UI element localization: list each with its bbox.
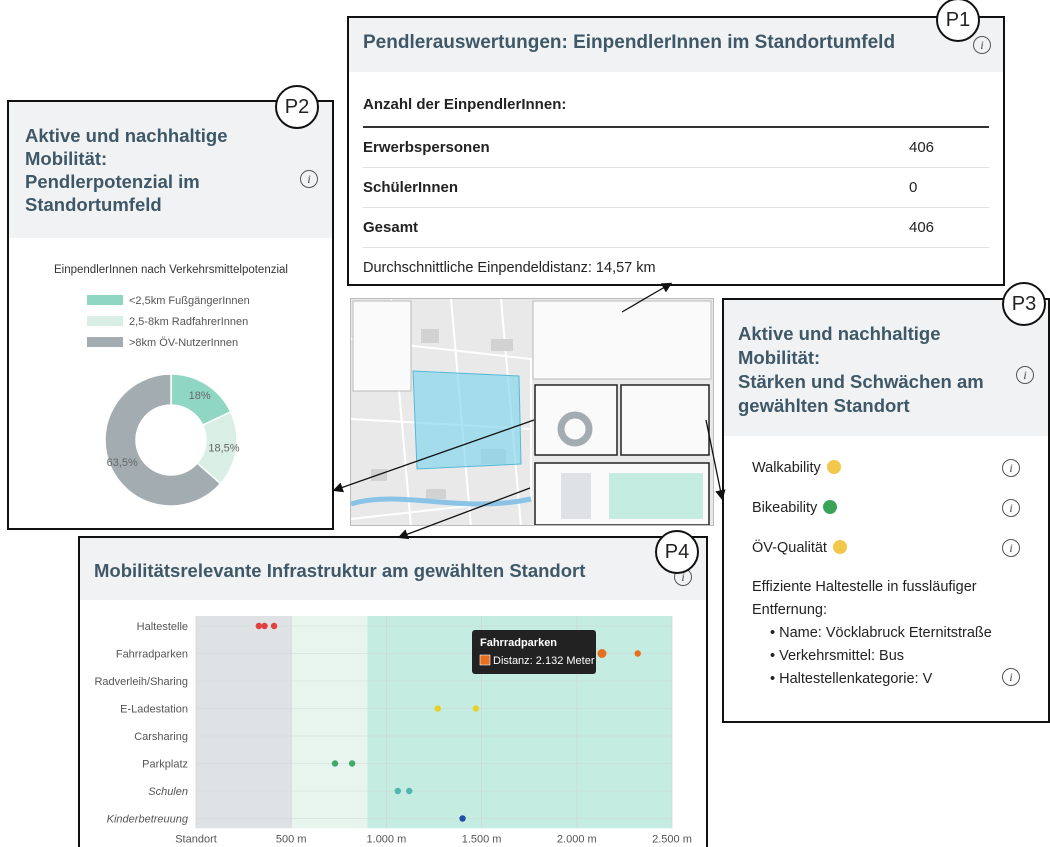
p4-header: Mobilitätsrelevante Infrastruktur am gew… [80,538,706,600]
pie-chart-title: EinpendlerInnen nach Verkehrsmittelpoten… [54,264,288,276]
data-point[interactable] [270,622,278,630]
y-axis-labels: Haltestelle Fahrradparken Radverleih/Shari… [94,621,188,826]
info-icon[interactable]: i [1002,459,1020,477]
y-tick-label: Kinderbetreuung [107,814,189,826]
pie-chart: EinpendlerInnen nach Verkehrsmittelpoten… [54,264,288,507]
p3-title-line: Aktive und nachhaltige [738,323,941,344]
data-point[interactable] [261,622,268,630]
p4-title: Mobilitätsrelevante Infrastruktur am gew… [94,560,586,581]
data-point[interactable] [634,650,641,657]
p2-title-line: Standortumfeld [25,194,162,215]
list-item: • Verkehrsmittel: Bus [770,648,905,664]
data-point[interactable] [394,787,402,795]
public-transport-item: ÖV-Qualität i [724,528,1048,568]
data-point[interactable] [348,760,356,767]
p3-badge: P3 [1002,282,1046,326]
p2-panel: Aktive und nachhaltige Mobilität: Pendle… [7,100,334,530]
info-icon[interactable]: i [1002,539,1020,557]
p2-title-line: Mobilität: [25,148,108,169]
data-point[interactable] [331,760,339,767]
x-axis-labels: Standort 500 m 1.000 m 1.500 m 2.000 m 2.500 … [175,833,692,845]
p4-badge: P4 [655,530,699,574]
distance-band [291,616,368,829]
legend-label: <2,5km FußgängerInnen [129,295,250,307]
infrastructure-chart: Haltestelle Fahrradparken Radverleih/Shari… [94,616,692,845]
info-icon[interactable]: i [1016,366,1034,384]
distance-band [196,616,292,829]
data-point[interactable] [597,649,607,658]
data-point[interactable] [459,815,466,822]
stop-info: Effiziente Haltestelle in fussläufiger E… [724,568,1048,691]
p3-panel: Aktive und nachhaltige Mobilität: Stärke… [722,298,1050,723]
x-tick-label: Standort [175,833,217,845]
x-tick-label: 1.500 m [462,833,502,845]
smiley-face-icon [823,500,838,514]
pie-slices: 18% 18,5% 63,5% [104,373,240,507]
p1-footer: Durchschnittliche Einpendeldistanz: 14,5… [363,260,656,276]
table-row: Gesamt 406 [363,208,989,248]
table-row: Erwerbspersonen 406 [363,128,989,168]
legend-swatch [87,337,123,347]
tooltip-title: Fahrradparken [480,637,557,649]
pie-value-label: 18% [189,390,211,402]
neutral-face-icon [832,540,847,554]
p2-title-line: Pendlerpotenzial im [25,171,200,192]
walkability-item: Walkability i [724,448,1048,488]
p3-title-line: gewählten Standort [738,395,910,416]
pie-value-label: 18,5% [208,443,239,455]
x-tick-label: 2.000 m [557,833,597,845]
pie-value-label: 63,5% [107,457,138,469]
info-icon[interactable]: i [1002,499,1020,517]
tooltip-swatch [479,654,491,666]
y-tick-label: Haltestelle [137,621,188,633]
list-item: • Name: Vöcklabruck Eternitstraße [770,625,992,641]
overview-map [351,299,713,525]
y-tick-label: Parkplatz [142,759,188,771]
data-point[interactable] [434,705,442,712]
legend-swatch [87,295,123,305]
p1-table-header: Anzahl der EinpendlerInnen: [363,82,989,128]
y-tick-label: E-Ladestation [120,704,188,716]
neutral-face-icon [826,460,841,474]
info-icon[interactable]: i [1002,668,1020,686]
p3-title-line: Mobilität: [738,347,821,368]
x-tick-label: 500 m [276,833,307,845]
y-tick-label: Radverleih/Sharing [94,676,188,688]
p1-badge: P1 [936,0,980,42]
info-icon[interactable]: i [300,170,318,188]
list-item: • Haltestellenkategorie: V i [770,668,1020,691]
p1-title: Pendlerauswertungen: EinpendlerInnen im … [363,32,896,53]
y-tick-label: Schulen [148,786,188,798]
p3-header: Aktive und nachhaltige Mobilität: Stärke… [724,300,1048,436]
data-point[interactable] [472,705,480,712]
data-point[interactable] [255,622,263,630]
p2-badge: P2 [275,85,319,129]
p1-panel: Pendlerauswertungen: EinpendlerInnen im … [347,16,1005,286]
legend-swatch [87,316,123,326]
p4-panel: Mobilitätsrelevante Infrastruktur am gew… [78,536,708,847]
chart-tooltip: Fahrradparken Distanz: 2.132 Meter [472,630,596,674]
y-tick-label: Carsharing [134,731,188,743]
overview-screenshot [350,298,714,526]
legend-label: 2,5-8km RadfahrerInnen [129,316,248,328]
legend-label: >8km ÖV-NutzerInnen [129,337,238,349]
tooltip-text: Distanz: 2.132 Meter [493,655,595,667]
p3-title-line: Stärken und Schwächen am [738,371,984,392]
data-point[interactable] [406,787,413,795]
p1-header: Pendlerauswertungen: EinpendlerInnen im … [349,18,1003,72]
table-row: SchülerInnen 0 [363,168,989,208]
info-icon[interactable]: i [973,36,991,54]
x-tick-label: 2.500 m [652,833,692,845]
x-tick-label: 1.000 m [367,833,407,845]
bikeability-item: Bikeability i [724,488,1048,528]
pie-legend: <2,5km FußgängerInnen 2,5-8km RadfahrerIn… [87,295,250,349]
p2-title-line: Aktive und nachhaltige [25,125,228,146]
y-tick-label: Fahrradparken [116,649,188,661]
distance-bands [196,616,672,829]
